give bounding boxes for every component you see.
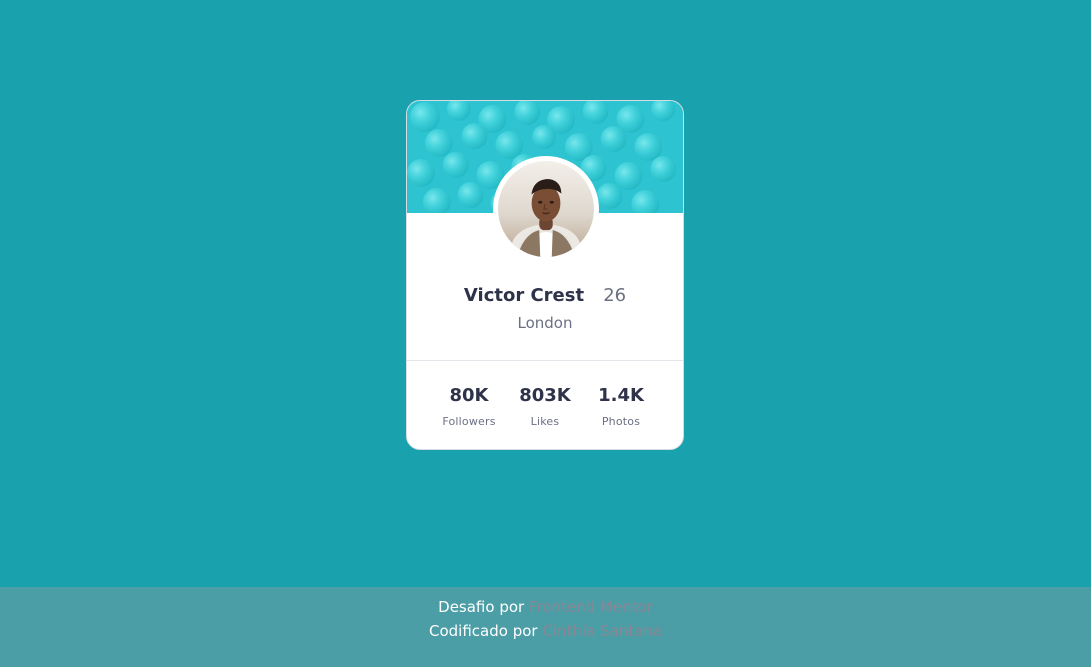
frontend-mentor-link[interactable]: Frontend Mentor bbox=[529, 598, 653, 616]
footer-line-1: Desafio por Frontend Mentor bbox=[0, 595, 1091, 619]
footer-line-2-prefix: Codificado por bbox=[429, 622, 538, 640]
stat-followers-value: 80K bbox=[449, 385, 489, 406]
footer-line-1-prefix: Desafio por bbox=[438, 598, 525, 616]
author-link[interactable]: Cinthia Santana bbox=[542, 622, 662, 640]
profile-city: London bbox=[517, 314, 573, 332]
stat-photos: 1.4K Photos bbox=[583, 385, 659, 429]
stat-likes: 803K Likes bbox=[507, 385, 583, 429]
stat-photos-value: 1.4K bbox=[598, 385, 644, 406]
profile-card: Victor Crest 26 London 80K Followers 803… bbox=[406, 100, 684, 450]
profile-name-row: Victor Crest 26 bbox=[407, 285, 683, 306]
divider bbox=[407, 360, 683, 361]
stat-followers: 80K Followers bbox=[431, 385, 507, 429]
avatar bbox=[493, 156, 599, 262]
footer-line-2: Codificado por Cinthia Santana bbox=[0, 619, 1091, 643]
stat-likes-value: 803K bbox=[519, 385, 571, 406]
profile-stats: 80K Followers 803K Likes 1.4K Photos bbox=[407, 385, 683, 429]
footer: Desafio por Frontend Mentor Codificado p… bbox=[0, 587, 1091, 667]
stat-followers-label: Followers bbox=[442, 415, 496, 428]
profile-name: Victor Crest bbox=[463, 285, 585, 306]
profile-age: 26 bbox=[603, 285, 627, 306]
stat-photos-label: Photos bbox=[601, 415, 641, 428]
stat-likes-label: Likes bbox=[530, 415, 560, 428]
